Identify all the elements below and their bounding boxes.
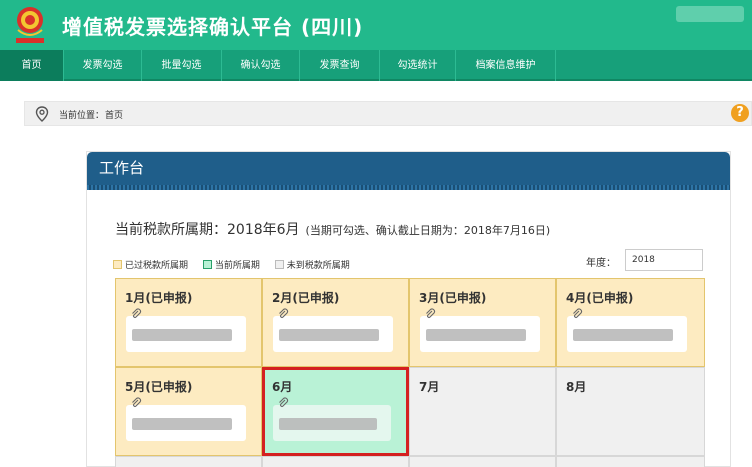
panel-header-stripe: [87, 185, 730, 190]
paperclip-icon: [426, 308, 436, 318]
month-cell-9[interactable]: [115, 456, 262, 467]
legend-item-future: 未到税款所属期: [274, 258, 350, 271]
breadcrumb-current: 首页: [105, 111, 124, 121]
month-cell-7[interactable]: 7月: [409, 367, 556, 456]
paperclip-icon: [132, 308, 142, 318]
month-label: 5月(已申报): [125, 380, 193, 394]
legend-item-filed: 已过税款所属期: [113, 258, 188, 271]
breadcrumb-label: 当前位置：: [59, 111, 105, 121]
month-label: 8月: [566, 380, 587, 394]
paperclip-icon: [132, 397, 142, 407]
current-period: 当前税款所属期：2018年6月 (当期可勾选、确认截止日期为：2018年7月16日…: [115, 219, 550, 239]
month-label: 7月: [419, 380, 440, 394]
app-header: 增值税发票选择确认平台 (四川): [0, 0, 752, 50]
month-label: 2月(已申报): [272, 291, 340, 305]
nav-item-invoice-query[interactable]: 发票查询: [300, 50, 380, 81]
tax-emblem-logo: [16, 7, 44, 43]
nav-item-selection-stats[interactable]: 勾选统计: [380, 50, 456, 81]
legend-item-current: 当前所属期: [202, 258, 260, 271]
redacted-summary: [273, 316, 393, 352]
paperclip-icon: [279, 397, 289, 407]
legend-swatch-current: [202, 260, 212, 269]
month-cell-6-current[interactable]: 6月: [262, 367, 409, 456]
year-label: 年度：: [586, 258, 616, 269]
main-nav: 首页 发票勾选 批量勾选 确认勾选 发票查询 勾选统计 档案信息维护: [0, 50, 752, 81]
month-label: 1月(已申报): [125, 291, 193, 305]
legend-swatch-future: [274, 260, 284, 269]
redacted-summary: [126, 316, 246, 352]
month-label: 4月(已申报): [566, 291, 634, 305]
status-legend: 已过税款所属期 当前所属期 未到税款所属期: [113, 258, 362, 271]
period-deadline-note: (当期可勾选、确认截止日期为：2018年7月16日): [305, 224, 551, 237]
month-cell-1[interactable]: 1月(已申报): [115, 278, 262, 367]
month-cell-12[interactable]: [556, 456, 705, 467]
redacted-summary: [126, 405, 246, 441]
panel-header: 工作台: [87, 152, 730, 190]
month-label: 3月(已申报): [419, 291, 487, 305]
nav-item-batch-select[interactable]: 批量勾选: [142, 50, 222, 81]
month-cell-8[interactable]: 8月: [556, 367, 705, 456]
redacted-summary: [567, 316, 687, 352]
month-cell-10[interactable]: [262, 456, 409, 467]
paperclip-icon: [279, 308, 289, 318]
user-info-redacted: [676, 6, 744, 22]
paperclip-icon: [573, 308, 583, 318]
year-input[interactable]: [625, 249, 703, 271]
app-title: 增值税发票选择确认平台 (四川): [62, 15, 364, 39]
redacted-summary: [273, 405, 391, 441]
workbench-panel: 工作台 当前税款所属期：2018年6月 (当期可勾选、确认截止日期为：2018年7…: [86, 151, 731, 467]
month-label: 6月: [272, 380, 293, 394]
period-value: 2018年6月: [227, 222, 300, 238]
nav-item-home[interactable]: 首页: [0, 50, 64, 81]
month-cell-3[interactable]: 3月(已申报): [409, 278, 556, 367]
breadcrumb: 当前位置： 首页: [24, 101, 752, 126]
period-label: 当前税款所属期：: [115, 222, 227, 238]
legend-swatch-filed: [113, 260, 122, 269]
help-icon[interactable]: ?: [731, 104, 749, 122]
redacted-summary: [420, 316, 540, 352]
location-pin-icon: [35, 106, 49, 122]
panel-title: 工作台: [99, 159, 145, 177]
month-cell-5[interactable]: 5月(已申报): [115, 367, 262, 456]
month-calendar: 1月(已申报) 2月(已申报) 3月(已申报) 4月(已申报) 5月(已申报) …: [115, 278, 705, 467]
nav-item-profile-maintenance[interactable]: 档案信息维护: [456, 50, 556, 81]
nav-item-invoice-select[interactable]: 发票勾选: [64, 50, 142, 81]
month-cell-4[interactable]: 4月(已申报): [556, 278, 705, 367]
nav-item-confirm-select[interactable]: 确认勾选: [222, 50, 300, 81]
month-cell-11[interactable]: [409, 456, 556, 467]
month-cell-2[interactable]: 2月(已申报): [262, 278, 409, 367]
